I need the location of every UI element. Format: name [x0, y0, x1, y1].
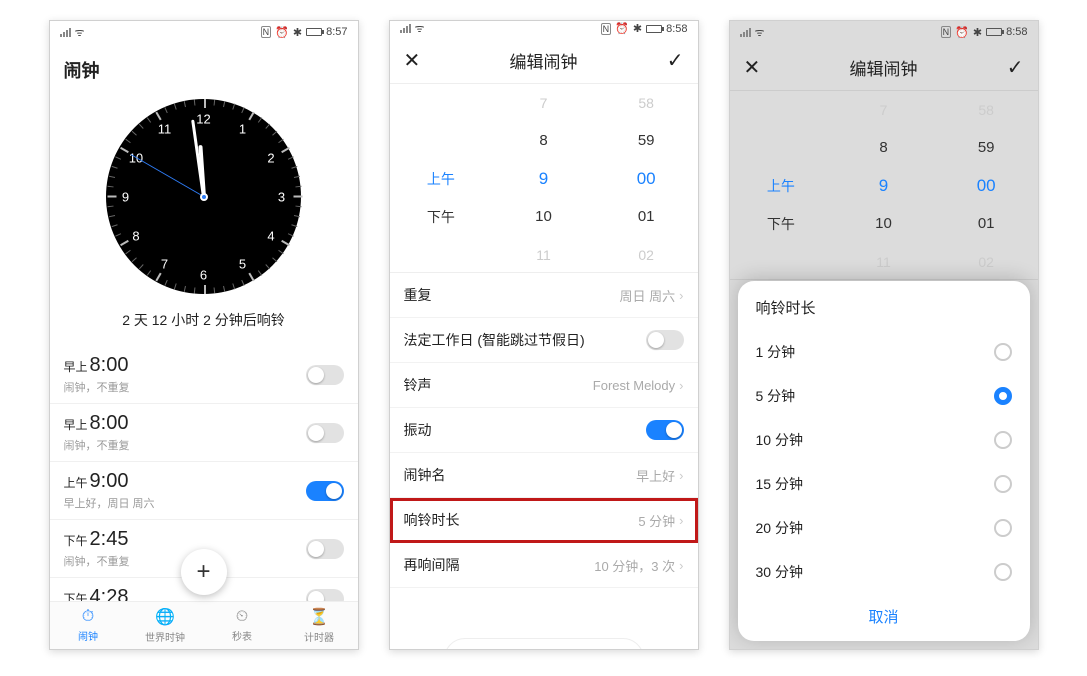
tab-stopwatch[interactable]: ⏲秒表: [204, 602, 281, 649]
nfc-icon: [261, 26, 272, 38]
wifi-icon: ᯤ: [75, 25, 85, 40]
duration-option[interactable]: 5 分钟: [756, 374, 1012, 418]
nfc-icon: [941, 26, 952, 38]
chevron-right-icon: ›: [679, 288, 683, 303]
battery-icon: [306, 28, 322, 36]
status-bar: ᯤ ⏰ ✱ 8:58: [390, 21, 698, 36]
signal-icon: [400, 24, 411, 33]
row-snooze[interactable]: 再响间隔 10 分钟，3 次›: [390, 543, 698, 588]
status-time: 8:58: [1006, 26, 1027, 38]
bluetooth-icon: ✱: [973, 26, 982, 39]
screen-edit-alarm: ᯤ ⏰ ✱ 8:58 ✕ 编辑闹钟 ✓ 上午 下午 7 8 9 10 11: [389, 20, 699, 650]
alarm-toggle[interactable]: [306, 589, 344, 602]
status-time: 8:58: [666, 23, 687, 35]
next-ring-text: 2 天 12 小时 2 分钟后响铃: [122, 310, 285, 330]
radio-icon: [994, 387, 1012, 405]
close-icon[interactable]: ✕: [404, 48, 421, 73]
confirm-icon[interactable]: ✓: [1007, 55, 1024, 80]
alarm-settings: 重复 周日 周六› 法定工作日 (智能跳过节假日) 铃声 Forest Melo…: [390, 273, 698, 650]
holiday-toggle[interactable]: [646, 330, 684, 350]
radio-icon: [994, 475, 1012, 493]
row-repeat[interactable]: 重复 周日 周六›: [390, 273, 698, 318]
battery-icon: [986, 28, 1002, 36]
row-vibrate[interactable]: 振动: [390, 408, 698, 453]
tab-alarm[interactable]: ⏱闹钟: [50, 602, 127, 649]
add-alarm-button[interactable]: +: [181, 549, 227, 595]
cancel-button[interactable]: 取消: [756, 594, 1012, 633]
row-holiday[interactable]: 法定工作日 (智能跳过节假日): [390, 318, 698, 363]
bluetooth-icon: ✱: [293, 26, 302, 39]
duration-option[interactable]: 20 分钟: [756, 506, 1012, 550]
time-picker-dimmed: 上午 下午 7 8 9 10 11 58 59 00 01 02: [730, 91, 1038, 280]
duration-option[interactable]: 1 分钟: [756, 330, 1012, 374]
battery-icon: [646, 25, 662, 33]
delete-alarm-button[interactable]: 删除闹钟: [444, 638, 644, 650]
duration-option[interactable]: 30 分钟: [756, 550, 1012, 594]
sheet-title: 响铃时长: [756, 297, 1012, 318]
row-ring-duration[interactable]: 响铃时长 5 分钟›: [390, 498, 698, 543]
duration-bottom-sheet: 响铃时长 1 分钟5 分钟10 分钟15 分钟20 分钟30 分钟 取消: [738, 281, 1030, 641]
page-title: 闹钟: [50, 43, 358, 89]
chevron-right-icon: ›: [679, 558, 683, 573]
edit-header: ✕ 编辑闹钟 ✓: [390, 36, 698, 84]
bluetooth-icon: ✱: [633, 22, 642, 35]
screen-alarm-list: ᯤ ⏰ ✱ 8:57 闹钟 121234567891011 2 天 12 小时 …: [49, 20, 359, 650]
chevron-right-icon: ›: [679, 468, 683, 483]
alarm-toggle[interactable]: [306, 423, 344, 443]
row-ringtone[interactable]: 铃声 Forest Melody›: [390, 363, 698, 408]
alarm-row[interactable]: 早上8:00闹钟，不重复: [50, 346, 358, 404]
vibrate-toggle[interactable]: [646, 420, 684, 440]
signal-icon: [60, 28, 71, 37]
radio-icon: [994, 563, 1012, 581]
tab-timer[interactable]: ⏳计时器: [281, 602, 358, 649]
chevron-right-icon: ›: [679, 378, 683, 393]
radio-icon: [994, 431, 1012, 449]
status-time: 8:57: [326, 26, 347, 38]
edit-header: ✕ 编辑闹钟 ✓: [730, 43, 1038, 91]
confirm-icon[interactable]: ✓: [667, 48, 684, 73]
analog-clock: 121234567891011 2 天 12 小时 2 分钟后响铃: [50, 89, 358, 346]
alarm-toggle[interactable]: [306, 539, 344, 559]
radio-icon: [994, 519, 1012, 537]
wifi-icon: ᯤ: [755, 25, 765, 40]
tab-world-clock[interactable]: 🌐世界时钟: [127, 602, 204, 649]
status-bar: ᯤ ⏰ ✱ 8:57: [50, 21, 358, 43]
header-title: 编辑闹钟: [850, 55, 918, 80]
alarm-icon: ⏰: [955, 26, 969, 39]
duration-option[interactable]: 15 分钟: [756, 462, 1012, 506]
chevron-right-icon: ›: [679, 513, 683, 528]
screen-duration-sheet: ᯤ ⏰ ✱ 8:58 ✕ 编辑闹钟 ✓ 上午 下午 7 8 9 10 11: [729, 20, 1039, 650]
duration-option[interactable]: 10 分钟: [756, 418, 1012, 462]
signal-icon: [740, 28, 751, 37]
time-picker[interactable]: 上午 下午 7 8 9 10 11 58 59 00 01 02: [390, 84, 698, 273]
alarm-icon: ⏰: [275, 26, 289, 39]
alarm-toggle[interactable]: [306, 481, 344, 501]
close-icon[interactable]: ✕: [744, 55, 761, 80]
alarm-toggle[interactable]: [306, 365, 344, 385]
bottom-nav: ⏱闹钟 🌐世界时钟 ⏲秒表 ⏳计时器: [50, 601, 358, 649]
alarm-icon: ⏰: [615, 22, 629, 35]
radio-icon: [994, 343, 1012, 361]
row-name[interactable]: 闹钟名 早上好›: [390, 453, 698, 498]
wifi-icon: ᯤ: [415, 21, 425, 36]
nfc-icon: [601, 23, 612, 35]
header-title: 编辑闹钟: [510, 48, 578, 73]
alarm-row[interactable]: 早上8:00闹钟，不重复: [50, 404, 358, 462]
status-bar: ᯤ ⏰ ✱ 8:58: [730, 21, 1038, 43]
alarm-row[interactable]: 上午9:00早上好，周日 周六: [50, 462, 358, 520]
